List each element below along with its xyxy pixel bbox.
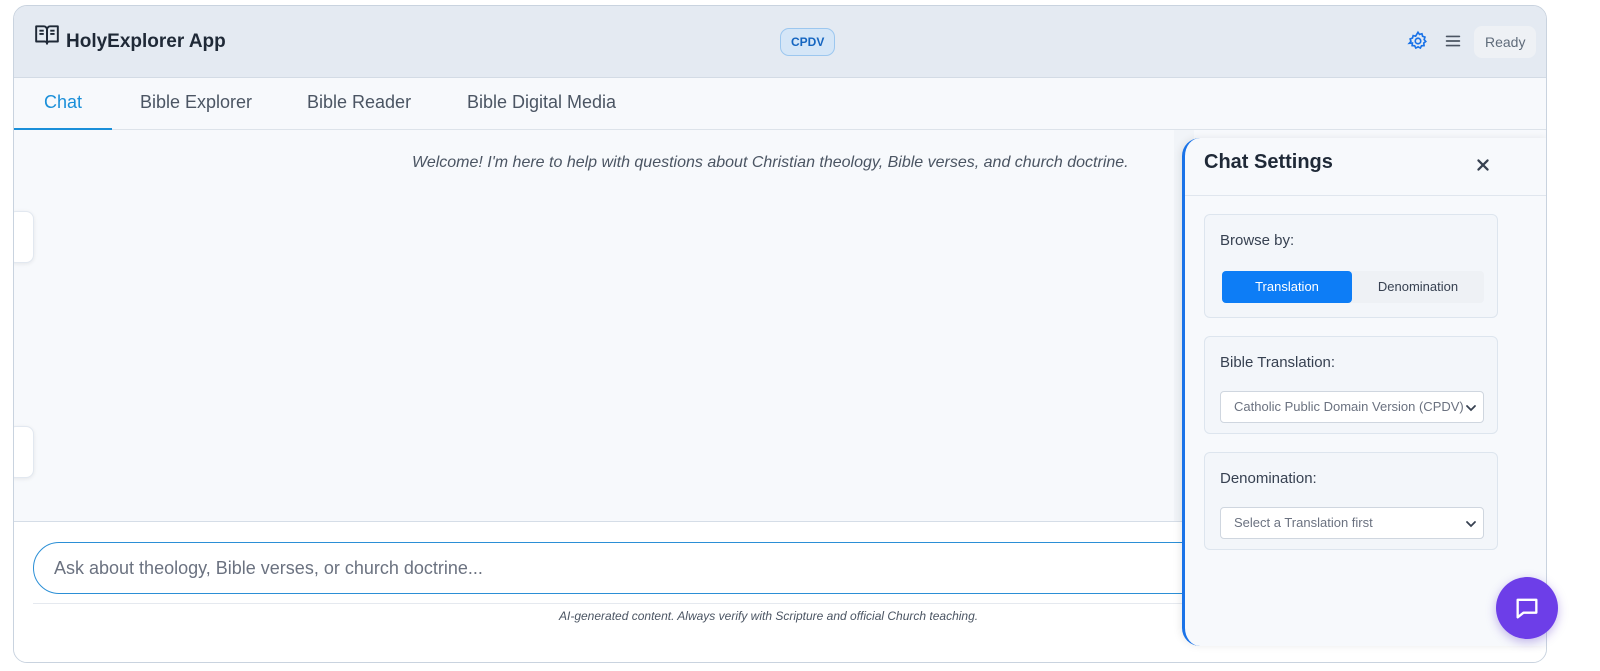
chevron-down-icon	[1466, 405, 1476, 412]
browse-translation-button[interactable]: Translation	[1222, 271, 1352, 303]
chat-bubble-icon	[1516, 598, 1538, 619]
chat-input[interactable]	[33, 542, 1333, 594]
brand: HolyExplorer App	[34, 22, 226, 53]
denomination-select[interactable]: Select a Translation first	[1220, 507, 1484, 539]
app-window: HolyExplorer App CPDV Ready Chat Bible E…	[13, 5, 1547, 663]
ai-disclaimer: AI-generated content. Always verify with…	[559, 609, 979, 623]
translation-select-value: Catholic Public Domain Version (CPDV)	[1234, 399, 1464, 414]
browse-by-card: Browse by: Translation Denomination	[1204, 214, 1498, 318]
open-book-icon	[34, 22, 60, 53]
chat-settings-panel: Chat Settings Browse by: Translation Den…	[1182, 138, 1546, 646]
tab-bible-digital-media[interactable]: Bible Digital Media	[467, 78, 616, 130]
denomination-card: Denomination: Select a Translation first	[1204, 452, 1498, 550]
translation-badge[interactable]: CPDV	[780, 28, 836, 56]
tab-chat[interactable]: Chat	[14, 78, 112, 130]
translation-card: Bible Translation: Catholic Public Domai…	[1204, 336, 1498, 434]
divider	[33, 603, 1333, 604]
browse-by-label: Browse by:	[1220, 232, 1295, 249]
hamburger-menu-icon[interactable]	[1442, 30, 1464, 52]
app-header: HolyExplorer App CPDV Ready	[14, 6, 1546, 78]
sidebar-toggle-handle[interactable]	[14, 211, 34, 263]
panel-header: Chat Settings	[1185, 138, 1546, 196]
tab-bible-explorer[interactable]: Bible Explorer	[140, 78, 252, 130]
browse-by-toggle: Translation Denomination	[1222, 271, 1484, 303]
status-badge: Ready	[1474, 26, 1537, 58]
sidebar-toggle-handle-secondary[interactable]	[14, 426, 34, 478]
gear-icon[interactable]	[1407, 30, 1429, 52]
panel-title: Chat Settings	[1204, 151, 1333, 173]
welcome-message: Welcome! I'm here to help with questions…	[412, 154, 1129, 171]
tab-bible-reader[interactable]: Bible Reader	[307, 78, 411, 130]
chevron-down-icon	[1466, 521, 1476, 528]
close-icon[interactable]	[1472, 154, 1494, 176]
tab-bar: Chat Bible Explorer Bible Reader Bible D…	[14, 78, 1546, 130]
chat-bubble-button[interactable]	[1496, 577, 1558, 639]
denomination-label: Denomination:	[1220, 470, 1317, 487]
translation-label: Bible Translation:	[1220, 354, 1336, 371]
browse-denomination-button[interactable]: Denomination	[1352, 271, 1484, 303]
translation-select[interactable]: Catholic Public Domain Version (CPDV)	[1220, 391, 1484, 423]
denomination-select-value: Select a Translation first	[1234, 515, 1373, 530]
app-title: HolyExplorer App	[66, 30, 226, 52]
